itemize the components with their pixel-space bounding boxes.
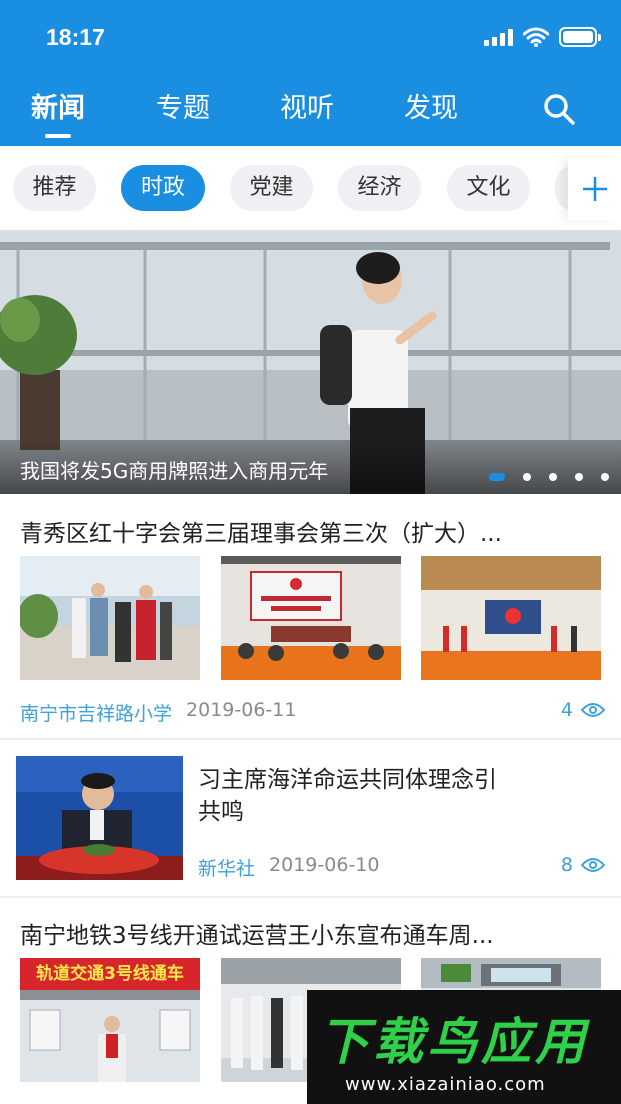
carousel-dot: [523, 473, 531, 481]
news-meta: 南宁市吉祥路小学 2019-06-11: [20, 699, 296, 726]
view-count-value: 4: [560, 699, 573, 721]
news-thumbnail: [421, 556, 601, 680]
app-header: 18:17 新闻 专题 视听 发现: [0, 0, 621, 146]
news-date: 2019-06-10: [269, 854, 380, 876]
news-title[interactable]: 习主席海洋命运共同体理念引: [198, 760, 497, 794]
top-nav: 新闻 专题 视听 发现: [0, 88, 621, 138]
plus-icon: [582, 177, 607, 201]
news-meta: 新华社 2019-06-10: [198, 854, 379, 881]
tab-news[interactable]: 新闻: [31, 88, 85, 138]
search-icon[interactable]: [542, 92, 576, 126]
view-count: 8: [561, 854, 605, 876]
news-thumbnail: [221, 556, 401, 680]
carousel-dot: [601, 473, 609, 481]
tab-audiovisual[interactable]: 视听: [280, 88, 334, 130]
news-source[interactable]: 南宁市吉祥路小学: [20, 699, 172, 726]
carousel-indicator: [489, 473, 609, 481]
status-time: 18:17: [46, 24, 105, 50]
news-card[interactable]: 青秀区红十字会第三届理事会第三次（扩大）... 南宁市吉祥路小学 2019-06…: [0, 494, 621, 738]
news-thumbnail-photo: [20, 990, 200, 1082]
carousel-dot: [549, 473, 557, 481]
news-card[interactable]: 习主席海洋命运共同体理念引 共鸣 新华社 2019-06-10 8: [0, 740, 621, 896]
wifi-icon: [523, 27, 549, 47]
status-icons: [484, 27, 601, 47]
news-thumbnail: [20, 556, 200, 680]
battery-icon: [559, 27, 601, 47]
status-bar: 18:17: [0, 0, 621, 76]
carousel-dot-active: [489, 473, 505, 481]
carousel-caption: 我国将发5G商用牌照进入商用元年: [20, 459, 329, 483]
watermark-title: 下载鸟应用: [319, 1013, 589, 1071]
tab-topics[interactable]: 专题: [156, 88, 210, 130]
add-channel-button[interactable]: [568, 158, 621, 220]
chip-politics[interactable]: 时政: [121, 165, 205, 211]
tab-discover[interactable]: 发现: [404, 88, 458, 130]
view-count-value: 8: [560, 854, 573, 876]
chip-culture[interactable]: 文化: [447, 165, 530, 211]
view-count: 4: [561, 699, 605, 721]
thumbnail-sign: 轨道交通3号线通车: [20, 958, 200, 990]
chip-recommend[interactable]: 推荐: [13, 165, 96, 211]
channel-bar: 推荐 时政 党建 经济 文化: [0, 146, 621, 230]
headline-carousel[interactable]: 我国将发5G商用牌照进入商用元年: [0, 230, 621, 494]
watermark-url: www.xiazainiao.com: [345, 1074, 546, 1095]
news-title[interactable]: 青秀区红十字会第三届理事会第三次（扩大）...: [20, 514, 600, 548]
news-source[interactable]: 新华社: [198, 854, 255, 881]
news-thumbnail: 轨道交通3号线通车: [20, 958, 200, 1082]
news-thumbnail: [16, 756, 183, 880]
chip-economy[interactable]: 经济: [338, 165, 421, 211]
eye-icon: [581, 703, 605, 717]
news-title-continued[interactable]: 共鸣: [198, 792, 244, 826]
eye-icon: [581, 858, 605, 872]
carousel-dot: [575, 473, 583, 481]
news-date: 2019-06-11: [186, 699, 297, 721]
chip-party-building[interactable]: 党建: [230, 165, 313, 211]
news-title[interactable]: 南宁地铁3号线开通试运营王小东宣布通车周...: [20, 916, 600, 950]
cellular-signal-icon: [484, 28, 513, 46]
site-watermark-logo: 下载鸟应用 www.xiazainiao.com: [307, 990, 621, 1104]
